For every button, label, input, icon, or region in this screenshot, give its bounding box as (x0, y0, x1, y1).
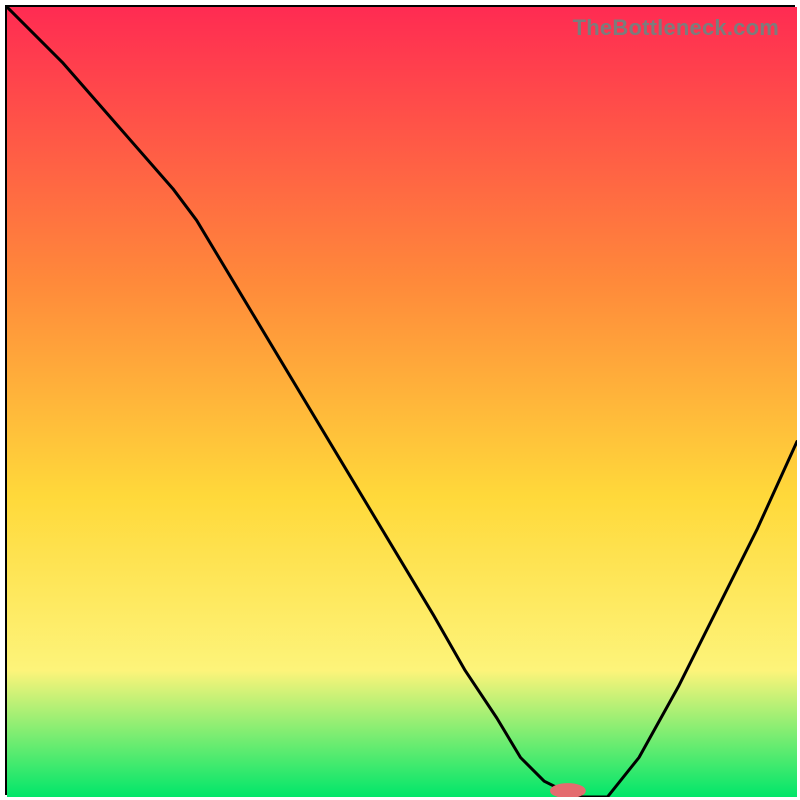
chart-frame: TheBottleneck.com (5, 5, 795, 795)
chart-canvas (7, 7, 797, 797)
watermark-text: TheBottleneck.com (573, 15, 779, 41)
optimum-marker (551, 784, 586, 797)
gradient-background (7, 7, 797, 797)
